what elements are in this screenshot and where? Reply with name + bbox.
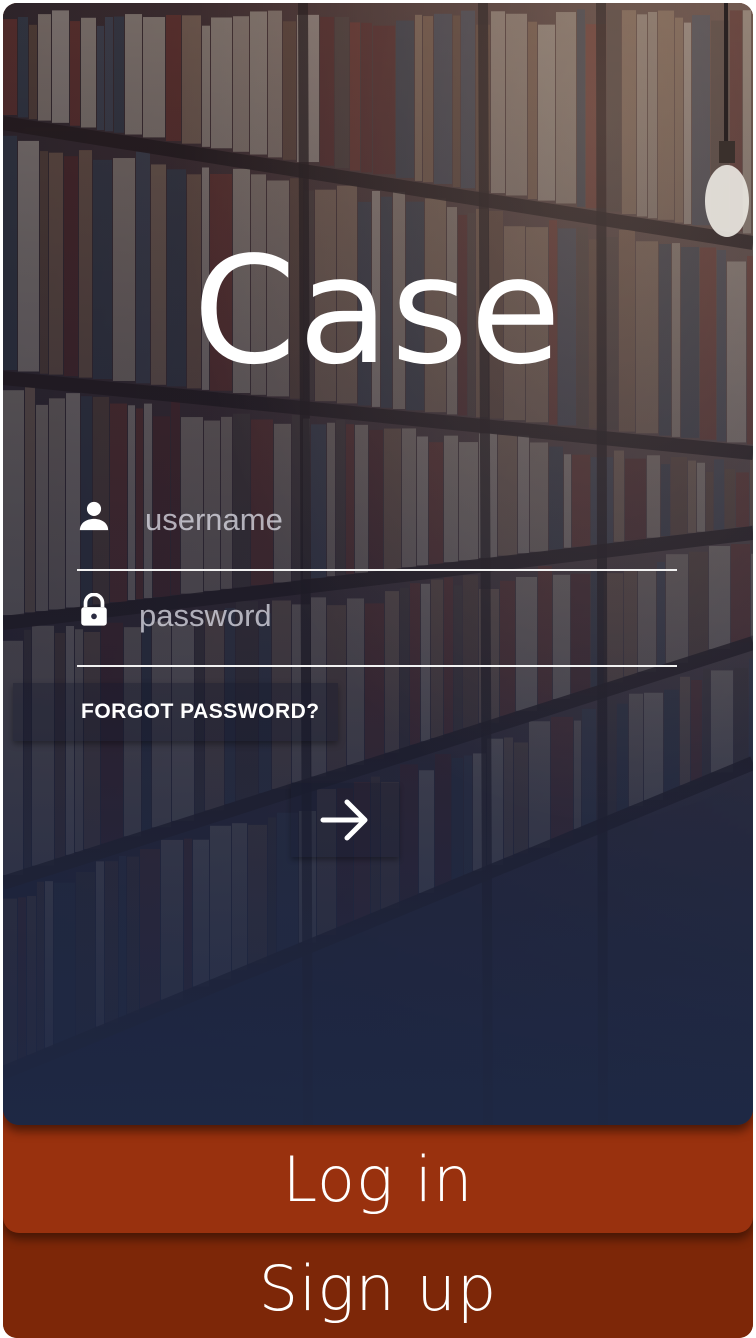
- light-bulb-icon: [705, 3, 749, 237]
- app-title: Case: [192, 225, 564, 397]
- arrow-right-icon: [320, 799, 368, 841]
- signup-label: Sign up: [258, 1252, 498, 1325]
- password-field: [77, 569, 677, 667]
- submit-button[interactable]: [291, 783, 399, 857]
- username-field: [77, 473, 677, 571]
- login-label: Log in: [282, 1143, 474, 1216]
- hero-card: Case FORGOT PASSWORD?: [3, 3, 753, 1125]
- person-icon: [79, 501, 109, 531]
- username-input[interactable]: [143, 501, 627, 539]
- password-input[interactable]: [137, 597, 621, 635]
- forgot-password-button[interactable]: FORGOT PASSWORD?: [13, 683, 338, 741]
- lock-icon: [81, 593, 107, 626]
- app-screen: Sign up Log in Case username FORGOT PASS…: [3, 3, 753, 1338]
